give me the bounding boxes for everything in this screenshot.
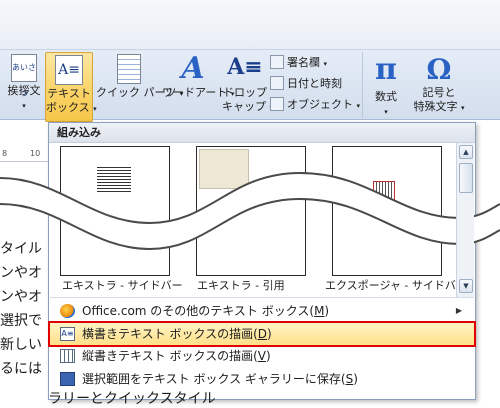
document-text-line: 新しい xyxy=(0,337,42,353)
office-com-icon xyxy=(60,304,75,318)
symbol-label-2: 特殊文字 xyxy=(413,100,458,113)
text-box-button[interactable]: A≡ テキスト ボックス ▾ xyxy=(45,52,97,122)
object-icon xyxy=(270,97,284,111)
gallery-section-header: 組み込み xyxy=(49,123,475,143)
vertical-textbox-icon xyxy=(60,349,75,363)
chevron-down-icon: ▾ xyxy=(323,60,328,68)
signature-label: 署名欄 xyxy=(287,56,320,69)
drop-cap-label-2-wrap: キャップ ▾ xyxy=(222,100,273,115)
ruler-mark: 8 xyxy=(2,149,8,158)
drop-cap-button[interactable]: A≡ ドロップ キャップ ▾ xyxy=(222,52,273,118)
drop-cap-label-2: キャップ xyxy=(222,100,266,113)
menu-label-end: ) xyxy=(266,349,271,363)
scroll-down-icon[interactable]: ▼ xyxy=(459,279,473,293)
document-text-line: ラリーとクイックスタイル xyxy=(48,391,216,407)
wordart-icon: A xyxy=(181,51,205,86)
menu-label: 縦書きテキスト ボックスの描画( xyxy=(82,349,258,363)
calendar-icon xyxy=(270,76,284,90)
quick-parts-button[interactable]: クイック パーツ ▾ xyxy=(96,52,183,118)
document-text-line: るには xyxy=(0,361,42,377)
menu-item-draw-vertical-textbox[interactable]: 縦書きテキスト ボックスの描画(V) xyxy=(50,345,474,367)
greeting-icon: あいさつ xyxy=(11,54,37,98)
symbol-label-2-wrap: 特殊文字 ▾ xyxy=(408,100,470,115)
menu-label-end: ) xyxy=(324,304,330,318)
group-separator xyxy=(362,52,363,118)
gallery-scrollbar[interactable]: ▲ ▼ xyxy=(456,143,474,297)
wave-cut-overlay xyxy=(0,171,500,251)
text-box-icon: A≡ xyxy=(55,55,83,85)
horizontal-textbox-icon: A≡ xyxy=(60,327,75,341)
ribbon-top-band xyxy=(0,0,500,50)
text-box-label-1: テキスト xyxy=(47,87,91,100)
quick-parts-label-wrap: クイック パーツ ▾ xyxy=(96,86,183,101)
document-text-line: ンやオ xyxy=(0,265,42,281)
chevron-down-icon: ▾ xyxy=(384,108,388,116)
scroll-thumb[interactable] xyxy=(459,163,473,193)
quick-parts-icon xyxy=(117,54,141,84)
text-box-label-2-wrap: ボックス ▾ xyxy=(46,101,97,116)
thumbnail-caption: エキストラ - サイドバー xyxy=(62,279,183,292)
signature-line-button[interactable]: 署名欄 ▾ xyxy=(270,54,327,72)
wordart-label-wrap: ワードアート ▾ xyxy=(162,86,234,101)
document-text-line: 選択で xyxy=(0,313,42,329)
menu-item-save-to-gallery[interactable]: 選択範囲をテキスト ボックス ギャラリーに保存(S) xyxy=(50,368,474,390)
omega-icon: Ω xyxy=(426,53,452,86)
chevron-down-icon: ▾ xyxy=(22,102,26,110)
menu-access-key: V xyxy=(257,349,266,363)
chevron-down-icon: ▾ xyxy=(356,102,361,110)
signature-icon xyxy=(270,55,284,69)
chevron-down-icon: ▾ xyxy=(460,104,465,112)
equation-label: 数式 xyxy=(375,90,397,103)
object-label: オブジェクト xyxy=(287,98,353,111)
menu-label: 横書きテキスト ボックスの描画( xyxy=(82,327,258,341)
text-box-label-2: ボックス xyxy=(46,101,90,114)
menu-label: Office.com のその他のテキスト ボックス( xyxy=(82,304,315,318)
equation-button[interactable]: π 数式 ▾ xyxy=(366,52,406,118)
menu-access-key: M xyxy=(314,304,325,318)
object-button[interactable]: オブジェクト ▾ xyxy=(270,96,360,114)
save-to-gallery-icon xyxy=(60,372,75,386)
wordart-label: ワードアート xyxy=(162,86,228,99)
symbol-label-1: 記号と xyxy=(422,86,456,99)
greeting-label: 挨拶文 xyxy=(7,84,41,97)
ruler: 8 10 xyxy=(0,148,48,162)
wordart-button[interactable]: A ワードアート ▾ xyxy=(162,51,234,118)
thumbnail-caption: エキストラ - 引用 xyxy=(197,279,285,292)
pi-icon: π xyxy=(375,52,397,87)
menu-label: 選択範囲をテキスト ボックス ギャラリーに保存( xyxy=(82,372,346,386)
menu-label-end: ) xyxy=(353,372,358,386)
thumbnail-caption: エクスポージャ - サイドバー xyxy=(325,279,467,292)
menu-item-more-office-textboxes[interactable]: Office.com のその他のテキスト ボックス(M) ▶ xyxy=(50,300,474,322)
drop-cap-icon: A≡ xyxy=(227,54,263,80)
menu-separator xyxy=(50,297,474,298)
menu-label-end: ) xyxy=(267,327,272,341)
date-time-button[interactable]: 日付と時刻 xyxy=(270,75,342,93)
drop-cap-label-1: ドロップ xyxy=(223,86,267,99)
document-text-line: ンやオ xyxy=(0,289,42,305)
ribbon: あいさつ 挨拶文 ▾ A≡ テキスト ボックス ▾ クイック パーツ ▾ A ワ… xyxy=(0,0,500,122)
ruler-mark: 10 xyxy=(30,149,41,158)
scroll-up-icon[interactable]: ▲ xyxy=(459,145,473,159)
date-time-label: 日付と時刻 xyxy=(287,77,342,90)
greeting-button[interactable]: あいさつ 挨拶文 ▾ xyxy=(4,52,44,118)
menu-item-draw-horizontal-textbox[interactable]: A≡ 横書きテキスト ボックスの描画(D) xyxy=(48,321,476,347)
symbol-button[interactable]: Ω 記号と 特殊文字 ▾ xyxy=(408,52,470,118)
menu-access-key: D xyxy=(257,327,268,341)
submenu-arrow-icon: ▶ xyxy=(455,306,462,315)
